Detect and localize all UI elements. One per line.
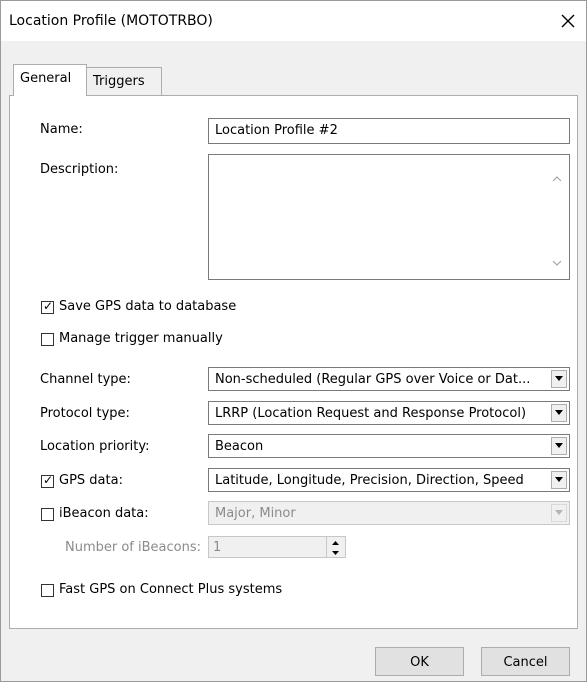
checkmark-icon: ✓ [43, 473, 54, 487]
protocol-type-dropdown[interactable]: LRRP (Location Request and Response Prot… [208, 401, 570, 425]
protocol-type-value: LRRP (Location Request and Response Prot… [215, 406, 527, 421]
manage-trigger-checkbox[interactable] [41, 333, 54, 346]
gps-data-dropdown[interactable]: Latitude, Longitude, Precision, Directio… [208, 468, 570, 492]
window-title: Location Profile (MOTOTRBO) [9, 13, 213, 29]
ok-button[interactable]: OK [375, 647, 464, 676]
channel-type-dropdown[interactable]: Non-scheduled (Regular GPS over Voice or… [208, 367, 570, 391]
number-of-ibeacons-value: 1 [213, 540, 222, 555]
protocol-type-label: Protocol type: [40, 406, 130, 421]
number-of-ibeacons-label: Number of iBeacons: [65, 540, 202, 555]
chevron-down-icon[interactable] [551, 471, 567, 489]
chevron-down-icon[interactable] [551, 370, 567, 388]
cancel-button[interactable]: Cancel [481, 647, 570, 676]
scroll-up-icon[interactable] [551, 173, 563, 185]
tab-general[interactable]: General [13, 64, 87, 96]
manage-trigger-label: Manage trigger manually [59, 331, 223, 346]
name-field[interactable]: Location Profile #2 [208, 118, 570, 144]
gps-data-label: GPS data: [59, 473, 123, 488]
general-tab-panel: Name: Location Profile #2 Description: ✓… [9, 95, 578, 629]
gps-data-value: Latitude, Longitude, Precision, Directio… [215, 473, 524, 488]
chevron-down-icon[interactable] [551, 437, 567, 455]
scroll-down-icon[interactable] [551, 257, 563, 269]
ibeacon-data-checkbox[interactable] [41, 508, 54, 521]
gps-data-checkbox[interactable]: ✓ [41, 473, 54, 488]
ibeacon-data-dropdown[interactable]: Major, Minor [208, 501, 570, 525]
chevron-down-icon[interactable] [551, 504, 567, 522]
location-priority-dropdown[interactable]: Beacon [208, 434, 570, 458]
ibeacon-data-value: Major, Minor [215, 506, 296, 521]
save-gps-checkbox[interactable]: ✓ [41, 299, 54, 314]
description-field[interactable] [208, 154, 570, 280]
chevron-down-icon[interactable] [551, 404, 567, 422]
checkmark-icon: ✓ [43, 299, 54, 313]
tab-triggers-label: Triggers [93, 74, 145, 89]
save-gps-label: Save GPS data to database [59, 299, 237, 314]
fast-gps-checkbox[interactable] [41, 584, 54, 597]
channel-type-label: Channel type: [40, 372, 131, 387]
fast-gps-label: Fast GPS on Connect Plus systems [59, 582, 283, 597]
spin-up-icon[interactable] [327, 537, 344, 547]
title-bar: Location Profile (MOTOTRBO) [1, 1, 586, 41]
channel-type-value: Non-scheduled (Regular GPS over Voice or… [215, 372, 531, 387]
close-icon[interactable] [556, 9, 580, 33]
location-priority-label: Location priority: [40, 439, 150, 454]
location-profile-dialog: Location Profile (MOTOTRBO) General Trig… [0, 0, 587, 682]
location-priority-value: Beacon [215, 439, 264, 454]
tab-general-label: General [20, 71, 72, 86]
spin-down-icon[interactable] [327, 547, 344, 557]
tab-triggers[interactable]: Triggers [86, 67, 162, 95]
description-label: Description: [40, 162, 119, 177]
number-of-ibeacons-stepper[interactable]: 1 [208, 536, 346, 558]
ibeacon-data-label: iBeacon data: [59, 506, 149, 521]
name-label: Name: [40, 122, 83, 137]
spin-arrows [326, 537, 345, 557]
